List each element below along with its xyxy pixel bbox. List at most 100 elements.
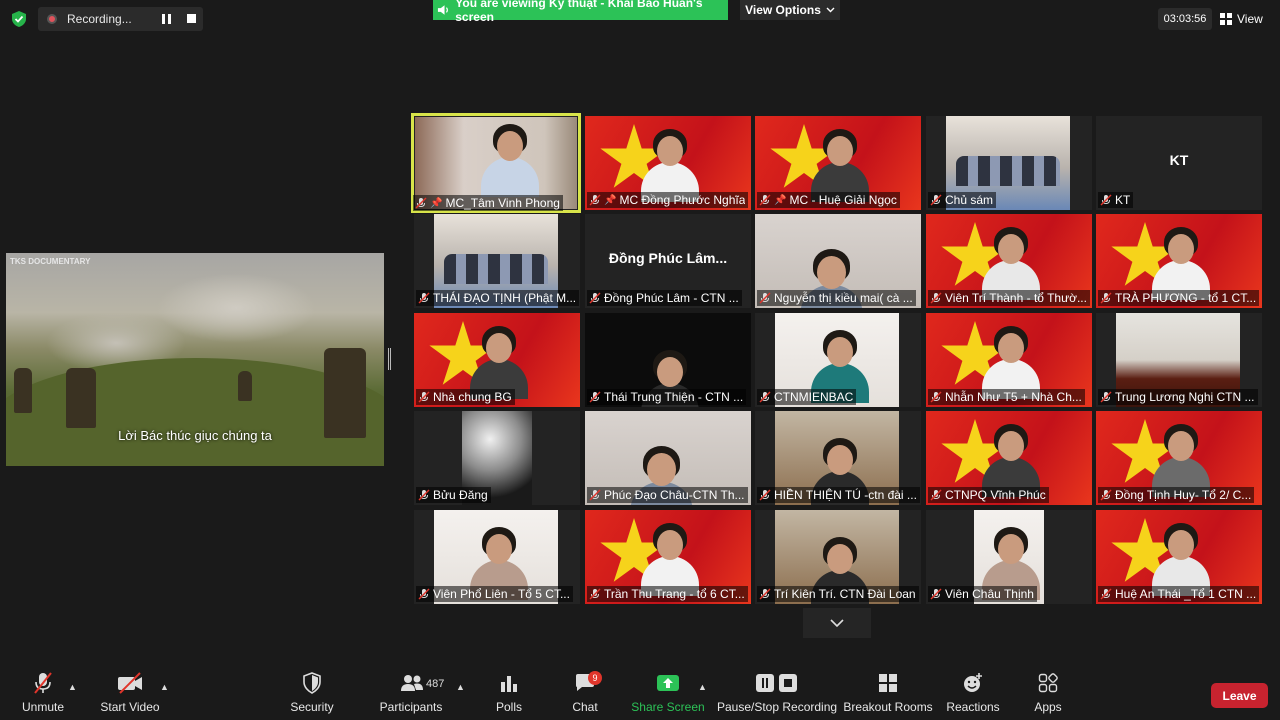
muted-microphone-icon <box>930 588 942 600</box>
participants-options-caret-icon[interactable]: ▲ <box>456 682 465 692</box>
participant-tile[interactable]: Nguyễn thị kiều mai( cà ... <box>755 214 921 308</box>
soldier-figure <box>238 371 252 401</box>
muted-microphone-icon <box>589 489 601 501</box>
participant-tile[interactable]: CTNPQ Vĩnh Phúc <box>926 411 1092 505</box>
share-options-caret-icon[interactable]: ▲ <box>698 682 707 692</box>
participant-name-label: Nguyễn thị kiều mai( cà ... <box>757 290 916 306</box>
participant-tile[interactable]: Chủ sám <box>926 116 1092 210</box>
video-watermark: TKS DOCUMENTARY <box>10 257 91 266</box>
participant-tile[interactable]: Viên Châu Thịnh <box>926 510 1092 604</box>
participant-name-label: TRÀ PHƯƠNG - tổ 1 CT... <box>1098 290 1260 306</box>
apps-button[interactable]: Apps <box>1030 668 1066 720</box>
leave-button[interactable]: Leave <box>1211 683 1268 708</box>
next-page-button[interactable] <box>803 608 871 638</box>
start-video-button[interactable]: Start Video <box>100 668 160 720</box>
muted-microphone-icon <box>1100 489 1112 501</box>
muted-microphone-icon <box>930 194 942 206</box>
muted-microphone-icon <box>1100 194 1112 206</box>
participant-name-label: Thái Trung Thiện - CTN ... <box>587 389 747 405</box>
participant-name: Huệ An Thái _Tổ 1 CTN ... <box>1115 587 1257 601</box>
participant-name-label: 📌 MC - Huệ Giải Ngọc <box>757 192 900 208</box>
participant-tile[interactable]: Đồng Phúc Lâm... Đồng Phúc Lâm - CTN ... <box>585 214 751 308</box>
participant-name: MC_Tâm Vinh Phong <box>445 196 560 210</box>
pause-stop-icon <box>756 674 797 692</box>
participant-name-label: 📌 MC_Tâm Vinh Phong <box>413 195 563 211</box>
share-screen-button[interactable]: Share Screen <box>630 668 706 720</box>
participant-tile[interactable]: 📌 MC - Huệ Giải Ngọc <box>755 116 921 210</box>
security-button[interactable]: Security <box>287 668 337 720</box>
breakout-rooms-label: Breakout Rooms <box>843 700 933 714</box>
muted-microphone-icon <box>418 391 430 403</box>
recording-dot-icon <box>47 14 57 24</box>
pause-recording-icon[interactable] <box>162 14 171 24</box>
pause-stop-recording-button[interactable]: Pause/Stop Recording <box>717 668 837 720</box>
muted-microphone-icon <box>589 588 601 600</box>
resize-splitter[interactable] <box>388 348 391 370</box>
muted-microphone-icon <box>1100 391 1112 403</box>
view-options-button[interactable]: View Options <box>740 0 840 20</box>
participant-name: Viên Trí Thành - tổ Thườ... <box>945 291 1087 305</box>
security-label: Security <box>290 700 334 714</box>
grid-view-icon <box>1220 13 1232 25</box>
stop-recording-icon[interactable] <box>187 14 196 23</box>
participant-name: THÁI ĐẠO TỊNH (Phật M... <box>433 291 577 305</box>
participant-tile[interactable]: TRÀ PHƯƠNG - tổ 1 CT... <box>1096 214 1262 308</box>
people-group-shape <box>956 156 1060 186</box>
participant-tile[interactable]: Huệ An Thái _Tổ 1 CTN ... <box>1096 510 1262 604</box>
polls-chart-icon <box>501 676 517 692</box>
participant-tile[interactable]: KT KT <box>1096 116 1262 210</box>
security-shield-icon[interactable] <box>10 10 28 28</box>
audio-options-caret-icon[interactable]: ▲ <box>68 682 77 692</box>
view-label: View <box>1237 12 1263 26</box>
participant-tile[interactable]: 📌 MC_Tâm Vinh Phong <box>411 113 581 213</box>
participant-tile[interactable]: HIỀN THIỆN TÚ -ctn đài ... <box>755 411 921 505</box>
unmute-button[interactable]: Unmute <box>18 668 68 720</box>
participant-tile[interactable]: Trí Kiên Trí. CTN Đài Loan <box>755 510 921 604</box>
participant-name-label: Huệ An Thái _Tổ 1 CTN ... <box>1098 586 1260 602</box>
participant-tile[interactable]: Trung Lương Nghị CTN ... <box>1096 313 1262 407</box>
video-options-caret-icon[interactable]: ▲ <box>160 682 169 692</box>
participant-name-label: Trần Thu Trang - tổ 6 CT... <box>587 586 748 602</box>
pin-icon: 📌 <box>604 194 617 206</box>
reactions-button[interactable]: Reactions <box>946 668 1000 720</box>
video-caption: Lời Bác thúc giục chúng ta <box>118 428 272 443</box>
participant-tile[interactable]: CTNMIENBAC <box>755 313 921 407</box>
participant-name: Trí Kiên Trí. CTN Đài Loan <box>774 587 916 601</box>
participant-name: Chủ sám <box>945 193 994 207</box>
start-video-label: Start Video <box>100 700 160 714</box>
participant-tile[interactable]: Viên Trí Thành - tổ Thườ... <box>926 214 1092 308</box>
participant-tile[interactable]: 📌 MC Đồng Phước Nghĩa <box>585 116 751 210</box>
meeting-toolbar: Unmute ▲ Start Video ▲ Security Particip… <box>0 668 1280 720</box>
participant-tile[interactable]: Trần Thu Trang - tổ 6 CT... <box>585 510 751 604</box>
participant-name-label: Chủ sám <box>928 192 997 208</box>
breakout-rooms-button[interactable]: Breakout Rooms <box>843 668 933 720</box>
participant-tile[interactable]: Phúc Đạo Châu-CTN Th... <box>585 411 751 505</box>
participant-tile[interactable]: Viên Phổ Liên - Tổ 5 CT... <box>414 510 580 604</box>
shared-screen[interactable]: TKS DOCUMENTARY Lời Bác thúc giục chúng … <box>6 253 384 466</box>
polls-label: Polls <box>495 700 522 714</box>
muted-microphone-icon <box>759 489 771 501</box>
soldier-figure <box>66 368 96 428</box>
participant-name: Thái Trung Thiện - CTN ... <box>604 390 744 404</box>
participant-name: Viên Châu Thịnh <box>945 587 1034 601</box>
apps-label: Apps <box>1034 700 1062 714</box>
participant-name-label: Đồng Phúc Lâm - CTN ... <box>587 290 742 306</box>
muted-microphone-icon <box>589 194 601 206</box>
participants-count: 487 <box>426 678 445 690</box>
video-off-icon <box>118 672 142 694</box>
participants-button[interactable]: Participants <box>378 668 444 720</box>
polls-button[interactable]: Polls <box>491 668 527 720</box>
participant-name-label: CTNMIENBAC <box>757 389 857 405</box>
participant-tile[interactable]: Bửu Đăng <box>414 411 580 505</box>
reactions-label: Reactions <box>946 700 1000 714</box>
view-button[interactable]: View <box>1220 8 1272 30</box>
participant-tile[interactable]: Thái Trung Thiện - CTN ... <box>585 313 751 407</box>
participant-tile[interactable]: Nhà chung BG <box>414 313 580 407</box>
soldier-figure <box>324 348 366 438</box>
participant-name-label: CTNPQ Vĩnh Phúc <box>928 487 1049 503</box>
meeting-timer: 03:03:56 <box>1158 8 1212 30</box>
participant-tile[interactable]: Đồng Tịnh Huy- Tổ 2/ C... <box>1096 411 1262 505</box>
participant-name: CTNMIENBAC <box>774 390 854 404</box>
participant-tile[interactable]: Nhẫn Như T5 + Nhà Ch... <box>926 313 1092 407</box>
participant-tile[interactable]: THÁI ĐẠO TỊNH (Phật M... <box>414 214 580 308</box>
